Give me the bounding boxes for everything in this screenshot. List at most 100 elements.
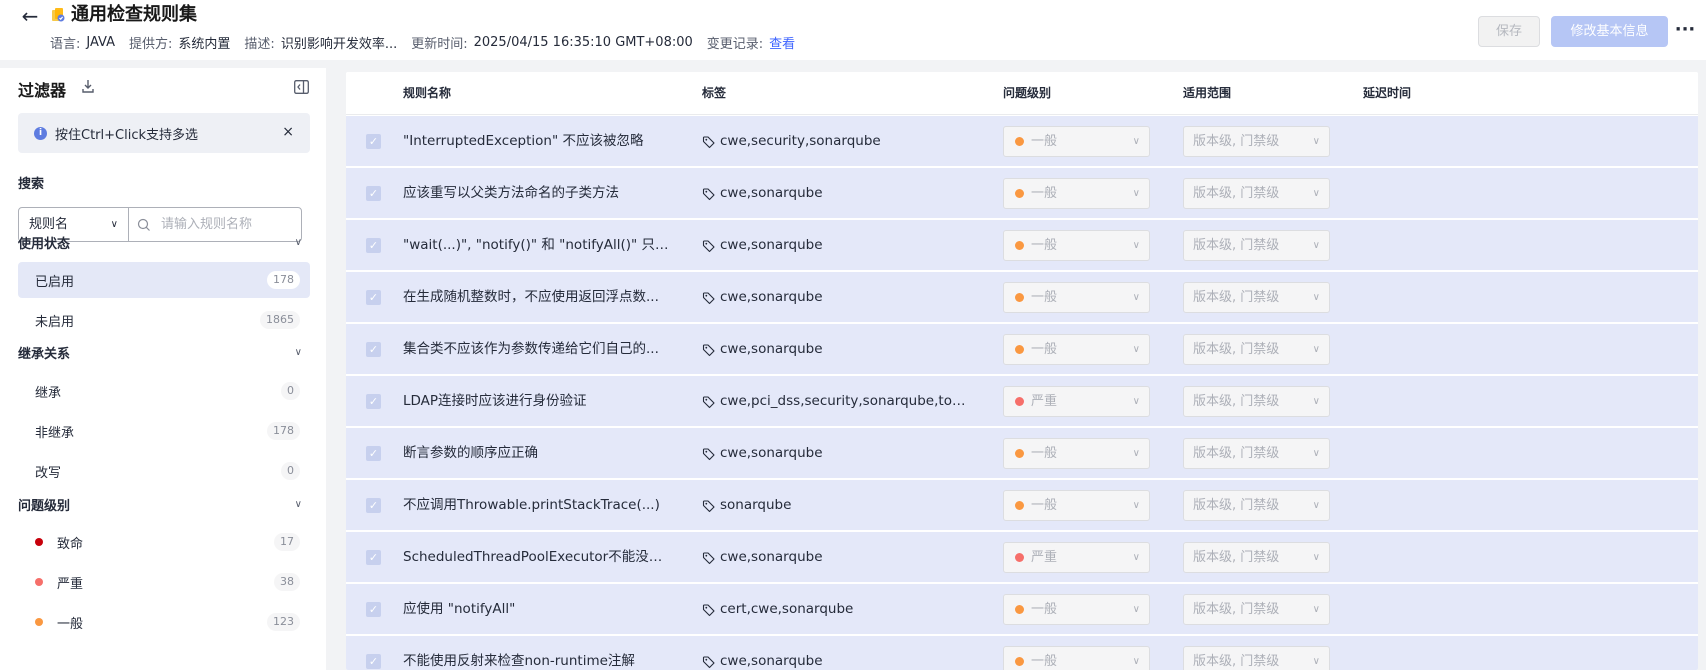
scope-select-value: 版本级, 门禁级 — [1193, 498, 1280, 513]
updated-value: 2025/04/15 16:35:10 GMT+08:00 — [473, 34, 693, 50]
tags-text: cwe,security,sonarqube — [720, 133, 881, 149]
scope-select[interactable]: 版本级, 门禁级 ∨ — [1183, 282, 1330, 313]
level-select[interactable]: 一般 ∨ — [1003, 490, 1150, 521]
row-checkbox[interactable]: ✓ — [366, 394, 381, 409]
filter-item-severe[interactable]: 严重 38 — [18, 564, 310, 600]
level-select[interactable]: 一般 ∨ — [1003, 438, 1150, 469]
filter-item-normal[interactable]: 一般 123 — [18, 604, 310, 640]
scope-select[interactable]: 版本级, 门禁级 ∨ — [1183, 438, 1330, 469]
tag-icon — [702, 655, 715, 668]
count-badge: 123 — [267, 613, 300, 631]
row-checkbox[interactable]: ✓ — [366, 602, 381, 617]
row-checkbox[interactable]: ✓ — [366, 550, 381, 565]
modify-basic-info-button[interactable]: 修改基本信息 — [1551, 16, 1668, 47]
level-select[interactable]: 严重 ∨ — [1003, 542, 1150, 573]
row-checkbox[interactable]: ✓ — [366, 498, 381, 513]
table-row[interactable]: ✓ "wait(...)", "notify()" 和 "notifyAll()… — [346, 220, 1698, 271]
level-dot-icon — [1015, 241, 1024, 250]
chevron-down-icon: ∨ — [1312, 448, 1320, 459]
table-row[interactable]: ✓ 在生成随机整数时，不应使用返回浮点数... cwe,sonarqube 一般… — [346, 272, 1698, 323]
level-select[interactable]: 一般 ∨ — [1003, 282, 1150, 313]
level-select[interactable]: 严重 ∨ — [1003, 386, 1150, 417]
filter-item-fatal[interactable]: 致命 17 — [18, 524, 310, 560]
tags-text: cwe,sonarqube — [720, 185, 823, 201]
row-checkbox[interactable]: ✓ — [366, 342, 381, 357]
inherit-group-header[interactable]: 继承关系 ∨ — [18, 342, 302, 362]
ruleset-meta: 语言: JAVA 提供方: 系统内置 描述: 识别影响开发效率... 更新时间:… — [50, 33, 795, 52]
scope-select[interactable]: 版本级, 门禁级 ∨ — [1183, 490, 1330, 521]
export-icon[interactable] — [80, 78, 96, 94]
row-checkbox[interactable]: ✓ — [366, 290, 381, 305]
changelog-view-link[interactable]: 查看 — [769, 33, 795, 52]
filter-item-label: 严重 — [57, 576, 84, 592]
scope-select[interactable]: 版本级, 门禁级 ∨ — [1183, 542, 1330, 573]
back-arrow-icon[interactable]: ← — [18, 4, 42, 28]
table-row[interactable]: ✓ ScheduledThreadPoolExecutor不能没有... cwe… — [346, 532, 1698, 583]
level-select-value: 一般 — [1031, 290, 1058, 305]
level-select[interactable]: 一般 ∨ — [1003, 126, 1150, 157]
tags-text: cwe,sonarqube — [720, 549, 823, 565]
row-checkbox[interactable]: ✓ — [366, 446, 381, 461]
row-checkbox[interactable]: ✓ — [366, 134, 381, 149]
header-scope: 适用范围 — [1183, 86, 1232, 100]
table-row[interactable]: ✓ 应使用 "notifyAll" cert,cwe,sonarqube 一般 … — [346, 584, 1698, 635]
level-select-value: 一般 — [1031, 186, 1058, 201]
row-checkbox[interactable]: ✓ — [366, 186, 381, 201]
chevron-down-icon: ∨ — [1312, 240, 1320, 251]
scope-select-value: 版本级, 门禁级 — [1193, 550, 1280, 565]
level-select[interactable]: 一般 ∨ — [1003, 334, 1150, 365]
count-badge: 178 — [267, 271, 300, 289]
level-select-value: 严重 — [1031, 394, 1058, 409]
table-row[interactable]: ✓ 应该重写以父类方法命名的子类方法 cwe,sonarqube 一般 ∨ 版本… — [346, 168, 1698, 219]
scope-select[interactable]: 版本级, 门禁级 ∨ — [1183, 178, 1330, 209]
page-title: 通用检查规则集 — [71, 4, 197, 25]
level-select[interactable]: 一般 ∨ — [1003, 594, 1150, 625]
table-row[interactable]: ✓ 不应调用Throwable.printStackTrace(...) son… — [346, 480, 1698, 531]
level-select[interactable]: 一般 ∨ — [1003, 646, 1150, 670]
filter-item-label: 已启用 — [35, 274, 75, 290]
level-select[interactable]: 一般 ∨ — [1003, 178, 1150, 209]
chevron-down-icon: ∨ — [1312, 500, 1320, 511]
filter-item-not-inherited[interactable]: 非继承 178 — [18, 413, 310, 449]
save-button[interactable]: 保存 — [1478, 16, 1540, 47]
scope-select[interactable]: 版本级, 门禁级 ∨ — [1183, 386, 1330, 417]
rule-name-cell: 不能使用反射来检查non-runtime注解 — [403, 653, 635, 669]
table-row[interactable]: ✓ LDAP连接时应该进行身份验证 cwe,pci_dss,security,s… — [346, 376, 1698, 427]
scope-select[interactable]: 版本级, 门禁级 ∨ — [1183, 646, 1330, 670]
tags-text: cwe,sonarqube — [720, 341, 823, 357]
more-options-icon[interactable]: ··· — [1672, 16, 1698, 47]
rule-name-cell: ScheduledThreadPoolExecutor不能没有... — [403, 549, 671, 565]
tags-text: cwe,sonarqube — [720, 445, 823, 461]
row-checkbox[interactable]: ✓ — [366, 654, 381, 669]
scope-select[interactable]: 版本级, 门禁级 ∨ — [1183, 334, 1330, 365]
level-group-header[interactable]: 问题级别 ∨ — [18, 494, 302, 514]
rule-set-icon — [52, 8, 65, 22]
chevron-down-icon: ∨ — [294, 498, 302, 510]
scope-select-value: 版本级, 门禁级 — [1193, 654, 1280, 669]
scope-select[interactable]: 版本级, 门禁级 ∨ — [1183, 126, 1330, 157]
level-dot-icon — [1015, 449, 1024, 458]
filter-item-disabled[interactable]: 未启用 1865 — [18, 302, 310, 338]
filter-item-enabled[interactable]: 已启用 178 — [18, 262, 310, 298]
row-checkbox[interactable]: ✓ — [366, 238, 381, 253]
level-dot-icon — [1015, 657, 1024, 666]
level-select-value: 一般 — [1031, 342, 1058, 357]
tags-cell: cwe,security,sonarqube — [702, 116, 972, 167]
tags-cell: cwe,sonarqube — [702, 636, 972, 670]
filter-item-inherited[interactable]: 继承 0 — [18, 373, 310, 409]
tags-cell: cwe,sonarqube — [702, 428, 972, 479]
scope-select[interactable]: 版本级, 门禁级 ∨ — [1183, 594, 1330, 625]
count-badge: 0 — [281, 382, 300, 400]
scope-select[interactable]: 版本级, 门禁级 ∨ — [1183, 230, 1330, 261]
table-row[interactable]: ✓ "InterruptedException" 不应该被忽略 cwe,secu… — [346, 116, 1698, 167]
close-icon[interactable]: × — [282, 124, 294, 140]
tag-icon — [702, 291, 715, 304]
status-group-header[interactable]: 使用状态 ∨ — [18, 232, 302, 252]
table-row[interactable]: ✓ 集合类不应该作为参数传递给它们自己的... cwe,sonarqube 一般… — [346, 324, 1698, 375]
table-row[interactable]: ✓ 断言参数的顺序应正确 cwe,sonarqube 一般 ∨ 版本级, 门禁级… — [346, 428, 1698, 479]
filter-item-overridden[interactable]: 改写 0 — [18, 453, 310, 489]
changelog-key: 变更记录: — [706, 36, 764, 52]
level-select[interactable]: 一般 ∨ — [1003, 230, 1150, 261]
collapse-sidebar-icon[interactable] — [294, 80, 309, 94]
table-row[interactable]: ✓ 不能使用反射来检查non-runtime注解 cwe,sonarqube 一… — [346, 636, 1698, 670]
